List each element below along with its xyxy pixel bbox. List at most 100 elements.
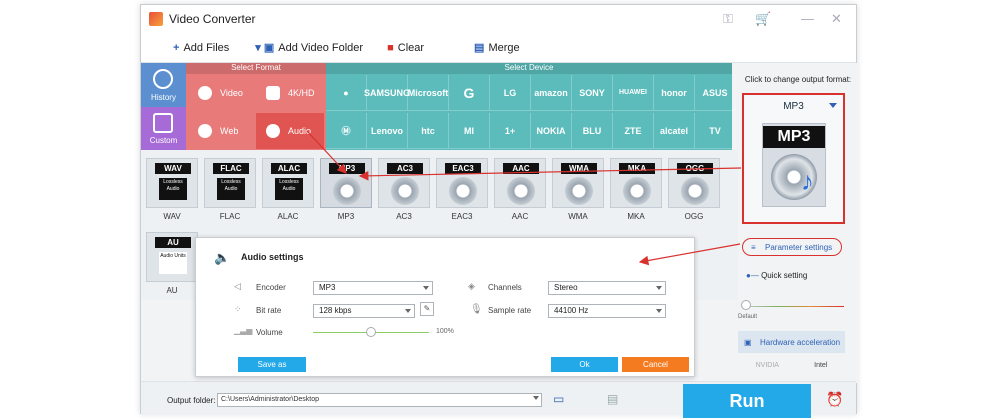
disc-icon	[391, 177, 419, 205]
chevron-down-icon	[656, 286, 662, 290]
device-xiaomi[interactable]: MI	[449, 113, 490, 149]
device-amazon[interactable]: amazon	[531, 75, 572, 111]
minimize-button[interactable]: —	[801, 11, 814, 26]
device-honor[interactable]: honor	[654, 75, 695, 111]
alarm-clock-icon[interactable]: ⏰	[826, 391, 843, 408]
output-folder-field[interactable]: C:\Users\Administrator\Desktop	[217, 393, 542, 407]
quality-slider-knob[interactable]	[741, 300, 751, 310]
device-lenovo[interactable]: Lenovo	[367, 113, 408, 149]
format-item-flac[interactable]: FLAC Lossless Audio FLAC	[203, 158, 257, 221]
device-lg[interactable]: LG	[490, 75, 531, 111]
web-icon	[198, 124, 212, 138]
add-files-button[interactable]: + Add Files	[173, 42, 229, 54]
format-item-mp3[interactable]: MP3 MP3	[319, 158, 373, 221]
add-folder-button[interactable]: ▾ ▣ Add Video Folder	[255, 41, 363, 55]
export-icon[interactable]: ▤	[607, 392, 618, 406]
intel-logo[interactable]: Intel	[814, 362, 827, 369]
quick-setting-label: ●— Quick setting	[746, 271, 808, 280]
format-item-ogg[interactable]: OGG OGG	[667, 158, 721, 221]
volume-icon: ▁▃▅	[234, 326, 253, 335]
channels-label: Channels	[488, 283, 522, 292]
speaker-icon: ◁	[234, 281, 241, 291]
chevron-down-icon	[829, 103, 837, 108]
device-huawei[interactable]: HUAWEI	[613, 75, 654, 111]
key-icon[interactable]: ⚿	[723, 11, 733, 27]
device-tv[interactable]: TV	[695, 113, 736, 149]
custom-tile[interactable]: Custom	[141, 107, 186, 150]
encoder-label: Encoder	[256, 283, 286, 292]
format-item-eac3[interactable]: EAC3 EAC3	[435, 158, 489, 221]
format-item-ac3[interactable]: AC3 AC3	[377, 158, 431, 221]
history-tile[interactable]: History	[141, 63, 186, 107]
ok-button[interactable]: Ok	[551, 357, 618, 372]
speaker-gear-icon: 🔈	[214, 250, 231, 265]
device-htc[interactable]: htc	[408, 113, 449, 149]
clock-icon	[153, 69, 173, 89]
channels-icon: ◈	[468, 281, 475, 291]
trash-icon: ■	[387, 41, 394, 54]
device-oneplus[interactable]: 1+	[490, 113, 531, 149]
device-google[interactable]: G	[449, 75, 490, 111]
device-asus[interactable]: ASUS	[695, 75, 736, 111]
device-alcatel[interactable]: alcatel	[654, 113, 695, 149]
format-video[interactable]: Video	[188, 75, 256, 111]
save-as-button[interactable]: Save as	[238, 357, 306, 372]
edit-icon[interactable]: ✎	[420, 302, 434, 316]
title-bar: Video Converter ⚿ 🛒 — ✕	[141, 5, 856, 33]
format-web[interactable]: Web	[188, 113, 256, 149]
disc-icon	[507, 177, 535, 205]
hardware-acceleration-button[interactable]: ▣ Hardware acceleration	[738, 331, 845, 353]
volume-label: Volume	[256, 328, 283, 337]
select-device-header: Select Device	[326, 63, 732, 74]
cart-icon[interactable]: 🛒	[755, 11, 771, 27]
quality-slider-track[interactable]	[744, 306, 844, 307]
app-title: Video Converter	[169, 12, 256, 26]
folder-open-icon[interactable]: ▭	[553, 392, 564, 406]
device-sony[interactable]: SONY	[572, 75, 613, 111]
folder-icon: ▾ ▣	[255, 42, 275, 54]
merge-icon: ▤	[474, 42, 485, 54]
cancel-button[interactable]: Cancel	[622, 357, 689, 372]
volume-slider-knob[interactable]	[366, 327, 376, 337]
toolbar: + Add Files ▾ ▣ Add Video Folder ■ Clear ▤ M…	[141, 33, 856, 63]
format-item-aac[interactable]: AAC AAC	[493, 158, 547, 221]
output-format-selector[interactable]: MP3 MP3 ♪	[742, 93, 845, 224]
device-zte[interactable]: ZTE	[613, 113, 654, 149]
select-device-panel: Select Device ● SAMSUNG Microsoft G LG a…	[326, 63, 736, 150]
channels-select[interactable]: Stereo	[548, 281, 666, 295]
format-item-au[interactable]: AU Audio Units AU	[145, 232, 199, 295]
format-audio[interactable]: Audio	[256, 113, 324, 149]
bitrate-label: Bit rate	[256, 306, 282, 315]
nvidia-logo[interactable]: NVIDIA	[756, 362, 779, 369]
output-folder-label: Output folder:	[167, 396, 216, 405]
format-item-mka[interactable]: MKA MKA	[609, 158, 663, 221]
disc-icon	[681, 177, 709, 205]
disc-icon	[565, 177, 593, 205]
encoder-select[interactable]: MP3	[313, 281, 433, 295]
clear-button[interactable]: ■ Clear	[387, 42, 424, 54]
device-microsoft[interactable]: Microsoft	[408, 75, 449, 111]
output-format-prompt: Click to change output format:	[744, 75, 852, 84]
format-item-wma[interactable]: WMA WMA	[551, 158, 605, 221]
sliders-icon: ≡	[751, 242, 756, 252]
run-button[interactable]: Run	[683, 384, 811, 418]
format-item-alac[interactable]: ALAC Lossless Audio ALAC	[261, 158, 315, 221]
merge-button[interactable]: ▤ Merge	[474, 41, 520, 55]
device-samsung[interactable]: SAMSUNG	[364, 75, 410, 111]
bitrate-select[interactable]: 128 kbps	[313, 304, 415, 318]
mp3-format-art: MP3 ♪	[762, 123, 826, 207]
motorola-icon[interactable]: Ⓜ	[326, 113, 367, 149]
format-item-wav[interactable]: WAV Lossless Audio WAV	[145, 158, 199, 221]
device-blu[interactable]: BLU	[572, 113, 613, 149]
sample-rate-select[interactable]: 44100 Hz	[548, 304, 666, 318]
chevron-down-icon[interactable]	[533, 396, 539, 400]
format-4k-hd[interactable]: 4K/HD	[256, 75, 324, 111]
parameter-settings-button[interactable]: ≡ Parameter settings	[742, 238, 842, 256]
dialog-title: Audio settings	[241, 252, 304, 262]
disc-icon	[333, 177, 361, 205]
close-button[interactable]: ✕	[831, 11, 842, 27]
device-nokia[interactable]: NOKIA	[531, 113, 572, 149]
gpu-row: NVIDIA Intel	[738, 356, 845, 374]
default-label: Default	[738, 314, 758, 320]
apple-icon[interactable]: ●	[326, 75, 367, 111]
